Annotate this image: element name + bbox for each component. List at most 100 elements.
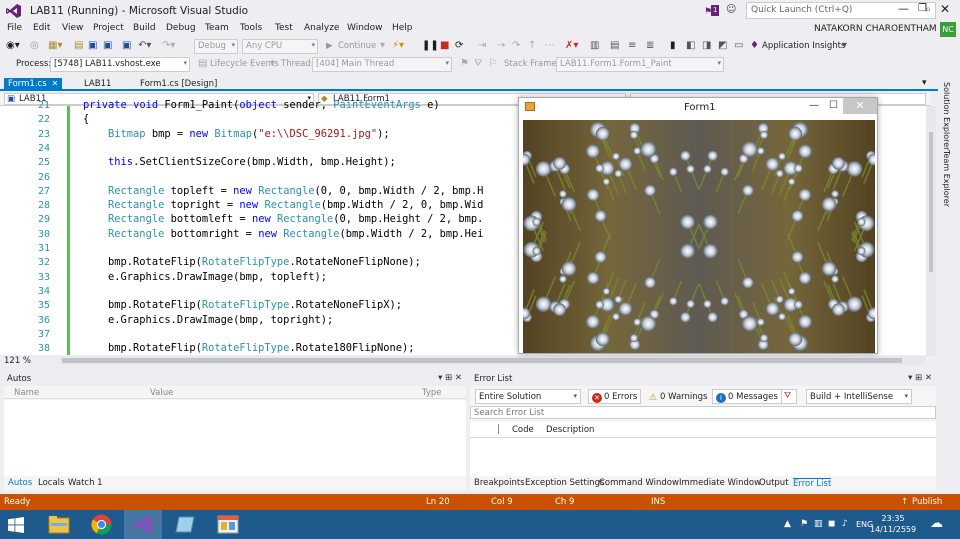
thread-icon[interactable]: ▥	[590, 40, 599, 51]
windows-start-icon[interactable]	[8, 517, 24, 533]
flag-icon[interactable]: ⚑	[800, 519, 808, 529]
menu-project[interactable]: Project	[93, 23, 124, 33]
chevron-down-icon[interactable]: ▾	[842, 40, 847, 51]
form1-window[interactable]: Form1 — ☐ ✕	[518, 97, 878, 354]
tab-command-window[interactable]: Command Window	[599, 478, 679, 488]
messages-filter-button[interactable]: i0 Messages	[712, 389, 782, 404]
publish-button[interactable]: Publish	[912, 497, 942, 507]
clock[interactable]: 23:35 14/11/2559	[870, 513, 916, 535]
tab-exception-settings[interactable]: Exception Settings	[525, 478, 604, 488]
minimize-icon[interactable]: —	[809, 100, 819, 111]
code-line[interactable]: e.Graphics.DrawImage(bmp, topleft);	[83, 271, 327, 283]
comment-icon[interactable]: ≣	[646, 40, 654, 51]
continue-button[interactable]: Continue	[338, 41, 376, 51]
tab-overflow-icon[interactable]: ▾	[922, 78, 927, 88]
continue-dropdown-icon[interactable]: ▾	[380, 40, 385, 51]
col-description[interactable]: Description	[546, 425, 594, 435]
network-icon[interactable]: ▥	[814, 519, 823, 529]
menu-edit[interactable]: Edit	[33, 23, 50, 33]
show-next-statement-icon[interactable]: ⇥	[478, 40, 486, 51]
filter-icon[interactable]: ⛛	[474, 58, 482, 69]
errors-filter-button[interactable]: ✕ 0 Errors	[588, 389, 642, 404]
scroll-thumb[interactable]	[62, 358, 902, 363]
code-line[interactable]: e.Graphics.DrawImage(bmp, topright);	[83, 314, 333, 326]
error-list-grid[interactable]	[470, 438, 936, 476]
avatar[interactable]: NC	[940, 22, 956, 37]
scroll-thumb[interactable]	[929, 132, 933, 272]
tab-autos[interactable]: Autos	[8, 478, 32, 488]
menu-debug[interactable]: Debug	[166, 23, 196, 33]
team-explorer-tab[interactable]: Team Explorer	[942, 150, 951, 207]
maximize-icon[interactable]: ☐	[829, 100, 838, 111]
save-all-icon[interactable]: ▣	[103, 40, 112, 51]
build-filter-dropdown[interactable]: Build + IntelliSense ▾	[806, 389, 912, 404]
user-name[interactable]: NATAKORN CHAROENTHAM	[814, 24, 937, 34]
tab-output[interactable]: Output	[759, 478, 789, 488]
tab-lab11[interactable]: LAB11	[80, 78, 115, 91]
exception-icon[interactable]: ✗▾	[565, 40, 578, 51]
step-out-icon[interactable]: ↑	[528, 40, 536, 51]
restore-icon[interactable]: ❐	[918, 3, 927, 14]
tab-immediate-window[interactable]: Immediate Window	[679, 478, 761, 488]
attach-icon[interactable]: ⚡▾	[392, 40, 404, 51]
code-line[interactable]: bmp.RotateFlip(RotateFlipType.RotateNone…	[83, 256, 421, 268]
save-icon[interactable]: ▣	[88, 40, 97, 51]
undo-icon[interactable]: ↶▾	[138, 40, 151, 51]
taskbar-visual-studio[interactable]	[124, 510, 162, 539]
col-category[interactable]: ▏	[498, 425, 505, 435]
security-icon[interactable]: ◼	[828, 519, 835, 529]
col-type[interactable]: Type	[422, 388, 442, 398]
tray-overflow-icon[interactable]: ▲	[784, 519, 791, 529]
col-name[interactable]: Name	[14, 388, 39, 398]
menu-help[interactable]: Help	[392, 23, 413, 33]
break-all-icon[interactable]: ❚❚	[422, 40, 439, 51]
format-icon[interactable]: ▤	[610, 40, 619, 51]
taskbar-explorer[interactable]	[40, 510, 78, 539]
continue-icon[interactable]: ▶	[326, 41, 333, 51]
code-line[interactable]: Rectangle bottomright = new Rectangle(bm…	[83, 228, 483, 240]
solution-explorer-tab[interactable]: Solution Explorer	[942, 82, 951, 150]
step-over-icon[interactable]: ↷	[512, 40, 520, 51]
error-search-input[interactable]: Search Error List	[470, 406, 936, 419]
bookmark-prev-icon[interactable]: ◧	[686, 40, 695, 51]
menu-build[interactable]: Build	[133, 23, 156, 33]
col-value[interactable]: Value	[150, 388, 173, 398]
vertical-scrollbar[interactable]	[926, 106, 936, 356]
close-icon[interactable]: ✕	[940, 2, 950, 16]
notifications-button[interactable]: ⚑ 1	[704, 5, 720, 17]
taskbar-app-4[interactable]	[166, 510, 204, 539]
filter-toggle-icon[interactable]: ⛛	[781, 389, 797, 404]
menu-view[interactable]: View	[62, 23, 83, 33]
show-flagged-icon[interactable]: ⚐	[488, 58, 497, 69]
code-line[interactable]: bmp.RotateFlip(RotateFlipType.RotateNone…	[83, 299, 402, 311]
tab-form1-design[interactable]: Form1.cs [Design]	[136, 78, 221, 91]
hex-icon[interactable]: ⋯	[545, 40, 555, 51]
menu-team[interactable]: Team	[205, 23, 229, 33]
scope-dropdown[interactable]: Entire Solution ▾	[475, 389, 581, 404]
redo-icon[interactable]: ↷▾	[162, 40, 175, 51]
publish-icon[interactable]: ↑	[901, 497, 908, 507]
open-file-icon[interactable]: ▤	[74, 40, 83, 51]
code-line[interactable]: {	[83, 113, 89, 125]
stack-frame-dropdown[interactable]: LAB11.Form1.Form1_Paint ▾	[556, 57, 724, 72]
taskbar-app-5[interactable]	[208, 510, 246, 539]
forward-icon[interactable]: ◎	[30, 40, 39, 51]
platform-dropdown[interactable]: Any CPU ▾	[242, 39, 318, 54]
weather-icon[interactable]: ☁	[930, 516, 943, 531]
code-line[interactable]: Rectangle bottomleft = new Rectangle(0, …	[83, 213, 483, 225]
feedback-smiley-icon[interactable]: ☺	[726, 4, 736, 15]
back-icon[interactable]: ◉▾	[6, 40, 20, 51]
process-dropdown[interactable]: [5748] LAB11.vshost.exe ▾	[50, 57, 190, 72]
form1-title-bar[interactable]: Form1 — ☐ ✕	[519, 98, 877, 118]
menu-file[interactable]: File	[7, 23, 22, 33]
horizontal-scrollbar[interactable]	[60, 356, 926, 365]
close-icon[interactable]: ✕	[843, 98, 877, 114]
tab-form1-cs[interactable]: Form1.cs ✕	[4, 78, 63, 91]
code-line[interactable]: this.SetClientSizeCore(bmp.Width, bmp.He…	[83, 156, 396, 168]
app-insights-button[interactable]: Application Insights	[762, 41, 845, 51]
taskbar-chrome[interactable]	[82, 510, 120, 539]
minimize-icon[interactable]: —	[898, 2, 909, 15]
autos-grid[interactable]	[4, 400, 466, 476]
restart-icon[interactable]: ⟳	[455, 40, 463, 51]
code-line[interactable]: Bitmap bmp = new Bitmap("e:\\DSC_96291.j…	[83, 128, 390, 140]
